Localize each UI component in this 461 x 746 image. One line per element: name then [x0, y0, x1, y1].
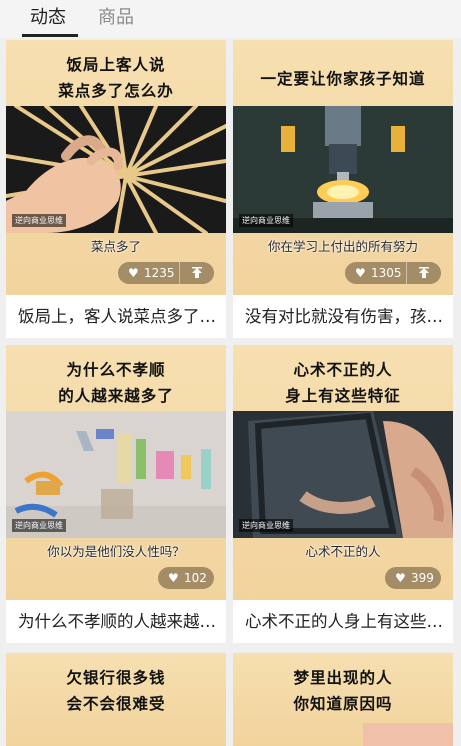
watermark: 逆向商业思维 [12, 214, 66, 227]
photo-edge [363, 723, 453, 746]
video-thumbnail[interactable]: 梦里出现的人 你知道原因吗 [233, 653, 453, 746]
share-up-icon[interactable] [406, 262, 441, 284]
watermark: 逆向商业思维 [239, 519, 293, 532]
video-card[interactable]: 为什么不孝顺 的人越来越多了 逆向商业思维 你以为是他们没人性吗？ ♥ 102 … [6, 345, 226, 643]
share-up-icon[interactable] [179, 262, 214, 284]
like-count: 399 [411, 571, 434, 585]
video-card[interactable]: 饭局上客人说 菜点多了怎么办 逆向商业思维 菜点多了 ♥ 1235 饭局上，客人… [6, 40, 226, 338]
like-pill: ♥ 102 [158, 567, 214, 589]
video-card[interactable]: 梦里出现的人 你知道原因吗 [233, 653, 453, 746]
thumbnail-headline: 梦里出现的人 你知道原因吗 [293, 668, 393, 713]
video-title[interactable]: 为什么不孝顺的人越来越多了 [18, 611, 218, 633]
thumbnail-photo: 逆向商业思维 [6, 411, 226, 538]
tab-products[interactable]: 商品 [98, 6, 134, 30]
video-card[interactable]: 欠银行很多钱 会不会很难受 [6, 653, 226, 746]
thumbnail-caption: 心术不正的人 [305, 544, 381, 559]
thumbnail-headline: 心术不正的人 身上有这些特征 [285, 360, 401, 405]
video-title[interactable]: 没有对比就没有伤害，孩子一定要知道 [245, 306, 445, 328]
active-tab-indicator [22, 34, 78, 37]
thumbnail-photo: 逆向商业思维 [6, 106, 226, 233]
like-count: 102 [184, 571, 207, 585]
heart-icon[interactable]: ♥ [168, 567, 179, 589]
video-card[interactable]: 心术不正的人 身上有这些特征 逆向商业思维 心术不正的人 ♥ 399 心术不正的… [233, 345, 453, 643]
top-tab-bar: 动态 商品 [0, 0, 461, 38]
heart-icon[interactable]: ♥ [355, 262, 366, 284]
watermark: 逆向商业思维 [239, 214, 293, 227]
tab-dynamics[interactable]: 动态 [30, 6, 66, 30]
video-thumbnail[interactable]: 心术不正的人 身上有这些特征 逆向商业思维 心术不正的人 ♥ 399 [233, 345, 453, 600]
video-thumbnail[interactable]: 一定要让你家孩子知道 逆向商业思维 你在学习上付出的所有努力 ♥ 1305 [233, 40, 453, 295]
video-title[interactable]: 心术不正的人身上有这些特征 [245, 611, 445, 633]
heart-icon[interactable]: ♥ [395, 567, 406, 589]
video-thumbnail[interactable]: 欠银行很多钱 会不会很难受 [6, 653, 226, 746]
video-card[interactable]: 一定要让你家孩子知道 逆向商业思维 你在学习上付出的所有努力 ♥ 1305 没有… [233, 40, 453, 338]
thumbnail-headline: 为什么不孝顺 的人越来越多了 [58, 360, 174, 405]
thumbnail-photo: 逆向商业思维 [233, 411, 453, 538]
thumbnail-caption: 你以为是他们没人性吗？ [47, 544, 185, 559]
watermark: 逆向商业思维 [12, 519, 66, 532]
like-share-pill: ♥ 1235 [118, 262, 214, 284]
thumbnail-caption: 你在学习上付出的所有努力 [267, 239, 418, 254]
video-thumbnail[interactable]: 饭局上客人说 菜点多了怎么办 逆向商业思维 菜点多了 ♥ 1235 [6, 40, 226, 295]
heart-icon[interactable]: ♥ [128, 262, 139, 284]
like-share-pill: ♥ 1305 [345, 262, 441, 284]
thumbnail-caption: 菜点多了 [90, 239, 141, 254]
thumbnail-photo: 逆向商业思维 [233, 106, 453, 233]
like-count: 1305 [371, 266, 402, 280]
video-thumbnail[interactable]: 为什么不孝顺 的人越来越多了 逆向商业思维 你以为是他们没人性吗？ ♥ 102 [6, 345, 226, 600]
video-title[interactable]: 饭局上，客人说菜点多了怎么办 [18, 306, 218, 328]
like-pill: ♥ 399 [385, 567, 441, 589]
thumbnail-headline: 欠银行很多钱 会不会很难受 [66, 668, 166, 713]
thumbnail-headline: 一定要让你家孩子知道 [260, 69, 426, 88]
like-count: 1235 [144, 266, 175, 280]
thumbnail-headline: 饭局上客人说 菜点多了怎么办 [58, 55, 174, 100]
